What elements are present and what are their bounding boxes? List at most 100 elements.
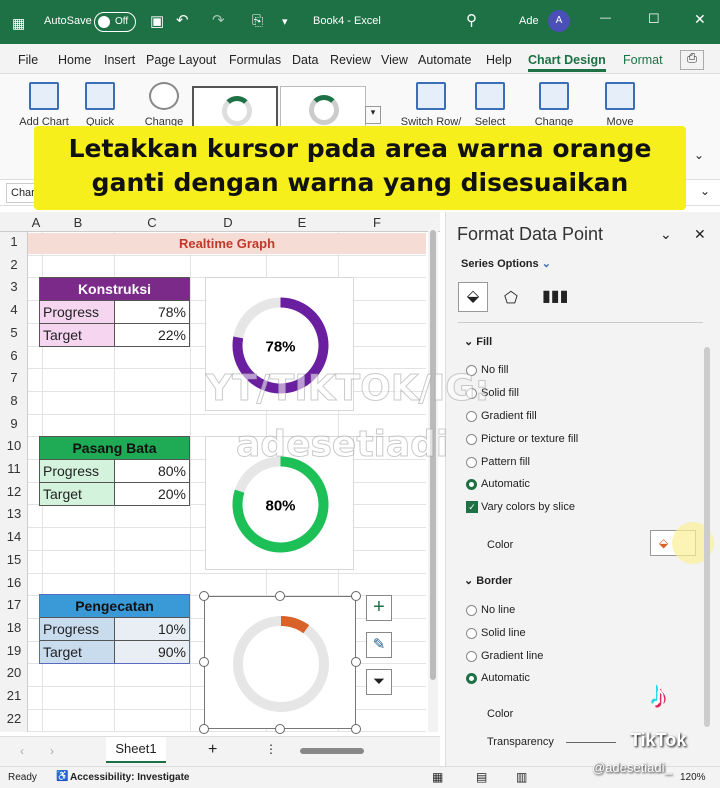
row-header[interactable]: 22 [0, 711, 28, 726]
customize-qat-icon[interactable]: ▾ [282, 15, 288, 28]
accessibility-status[interactable]: Accessibility: Investigate [70, 772, 190, 783]
series-options-bar-icon[interactable]: ▮▮▮ [542, 286, 568, 306]
row-header[interactable]: 5 [0, 325, 28, 340]
horizontal-scrollbar[interactable] [300, 748, 364, 754]
automatic-line-option[interactable]: Automatic [466, 672, 530, 684]
normal-view-icon[interactable]: ▦ [432, 770, 443, 784]
row-header[interactable]: 16 [0, 575, 28, 590]
column-header-f[interactable]: F [338, 215, 416, 230]
sheet-title-cell[interactable]: Realtime Graph [28, 233, 426, 254]
chart-resize-handle[interactable] [199, 591, 209, 601]
row-header[interactable]: 3 [0, 279, 28, 294]
row-header[interactable]: 2 [0, 257, 28, 272]
row-header[interactable]: 19 [0, 643, 28, 658]
series-options-dropdown[interactable]: Series Options ⌄ [461, 257, 551, 270]
table-konstruksi[interactable]: Konstruksi Progress 78% Target 22% [39, 277, 190, 347]
tab-formulas[interactable]: Formulas [229, 53, 281, 67]
tab-chart-design[interactable]: Chart Design [528, 53, 606, 72]
row-header[interactable]: 1 [0, 234, 28, 249]
tab-insert[interactable]: Insert [104, 53, 135, 67]
pane-options-chevron-icon[interactable]: ⌄ [660, 226, 672, 243]
table-pengecatan[interactable]: Pengecatan Progress 10% Target 90% [39, 594, 190, 664]
row-header[interactable]: 20 [0, 665, 28, 680]
column-header-a[interactable]: A [30, 215, 42, 230]
minimize-icon[interactable]: — [600, 12, 611, 24]
picture-fill-option[interactable]: Picture or texture fill [466, 433, 578, 445]
column-header-e[interactable]: E [266, 215, 338, 230]
add-sheet-icon[interactable]: + [208, 741, 217, 759]
chart-resize-handle[interactable] [275, 591, 285, 601]
select-data-button[interactable]: Select [462, 82, 518, 128]
change-chart-type-button[interactable]: Change [526, 82, 582, 128]
more-sheets-icon[interactable]: ⋮ [265, 742, 277, 756]
row-header[interactable]: 18 [0, 620, 28, 635]
vary-colors-checkbox[interactable]: ✓ Vary colors by slice [466, 501, 575, 513]
solid-line-option[interactable]: Solid line [466, 627, 526, 639]
next-sheet-icon[interactable]: › [50, 744, 54, 758]
row-header[interactable]: 15 [0, 552, 28, 567]
tab-data[interactable]: Data [292, 53, 318, 67]
redo-icon[interactable]: ↷ [212, 11, 225, 29]
chart-resize-handle[interactable] [351, 657, 361, 667]
pane-close-icon[interactable]: ✕ [694, 226, 706, 243]
file-icon[interactable]: ⎘ [252, 12, 263, 29]
row-header[interactable]: 7 [0, 370, 28, 385]
comments-icon[interactable]: ⎙ [680, 50, 705, 70]
table-pasang-bata[interactable]: Pasang Bata Progress 80% Target 20% [39, 436, 190, 506]
maximize-icon[interactable]: ☐ [648, 11, 660, 27]
search-icon[interactable]: ⚲ [466, 11, 477, 29]
move-chart-button[interactable]: Move [592, 82, 648, 128]
gradient-line-option[interactable]: Gradient line [466, 650, 543, 662]
row-header[interactable]: 4 [0, 302, 28, 317]
column-header-b[interactable]: B [42, 215, 114, 230]
chart-resize-handle[interactable] [275, 724, 285, 734]
transparency-slider[interactable] [566, 742, 616, 743]
quick-layout-button[interactable]: Quick [72, 82, 128, 128]
automatic-fill-option[interactable]: Automatic [466, 478, 530, 490]
border-section-header[interactable]: ⌄ Border [464, 574, 512, 587]
row-header[interactable]: 21 [0, 688, 28, 703]
collapse-ribbon-icon[interactable]: ⌄ [694, 148, 704, 162]
fill-line-icon[interactable]: ⬙ [458, 282, 488, 312]
undo-icon[interactable]: ↶ [176, 11, 189, 29]
tab-file[interactable]: File [18, 53, 38, 67]
tab-view[interactable]: View [381, 53, 408, 67]
gradient-fill-option[interactable]: Gradient fill [466, 410, 537, 422]
chart-elements-button[interactable]: + [366, 595, 392, 621]
page-break-icon[interactable]: ▥ [516, 770, 527, 784]
row-header[interactable]: 17 [0, 597, 28, 612]
effects-pentagon-icon[interactable]: ⬠ [504, 288, 518, 308]
fill-section-header[interactable]: ⌄ Fill [464, 335, 492, 348]
column-header-c[interactable]: C [114, 215, 190, 230]
chart-resize-handle[interactable] [351, 591, 361, 601]
no-line-option[interactable]: No line [466, 604, 515, 616]
tab-review[interactable]: Review [330, 53, 371, 67]
row-header[interactable]: 13 [0, 506, 28, 521]
expand-formula-icon[interactable]: ⌄ [700, 184, 710, 198]
styles-scroll-icon[interactable]: ▾ [365, 106, 381, 124]
row-header[interactable]: 6 [0, 348, 28, 363]
zoom-level[interactable]: 120% [680, 772, 706, 783]
avatar[interactable]: A [548, 10, 570, 32]
pane-scrollbar[interactable] [704, 347, 710, 727]
tab-help[interactable]: Help [486, 53, 512, 67]
column-header-d[interactable]: D [190, 215, 266, 230]
donut-progress-slice[interactable] [280, 616, 310, 634]
chart-resize-handle[interactable] [351, 724, 361, 734]
prev-sheet-icon[interactable]: ‹ [20, 744, 24, 758]
page-layout-icon[interactable]: ▤ [476, 770, 487, 784]
autosave-toggle[interactable]: Off [94, 12, 136, 32]
save-icon[interactable]: ▣ [150, 12, 164, 30]
row-header[interactable]: 12 [0, 484, 28, 499]
row-header[interactable]: 8 [0, 393, 28, 408]
tab-format[interactable]: Format [623, 53, 663, 67]
switch-row-column-button[interactable]: Switch Row/ [398, 82, 464, 128]
row-header[interactable]: 11 [0, 461, 28, 476]
pattern-fill-option[interactable]: Pattern fill [466, 456, 530, 468]
change-colors-button[interactable]: Change [136, 82, 192, 128]
chart-styles-brush-icon[interactable]: ✎ [366, 632, 392, 658]
donut-chart-pengecatan-selected[interactable] [204, 596, 356, 729]
sheet-vertical-scrollbar[interactable] [428, 220, 438, 732]
row-header[interactable]: 9 [0, 416, 28, 431]
tab-automate[interactable]: Automate [418, 53, 472, 67]
